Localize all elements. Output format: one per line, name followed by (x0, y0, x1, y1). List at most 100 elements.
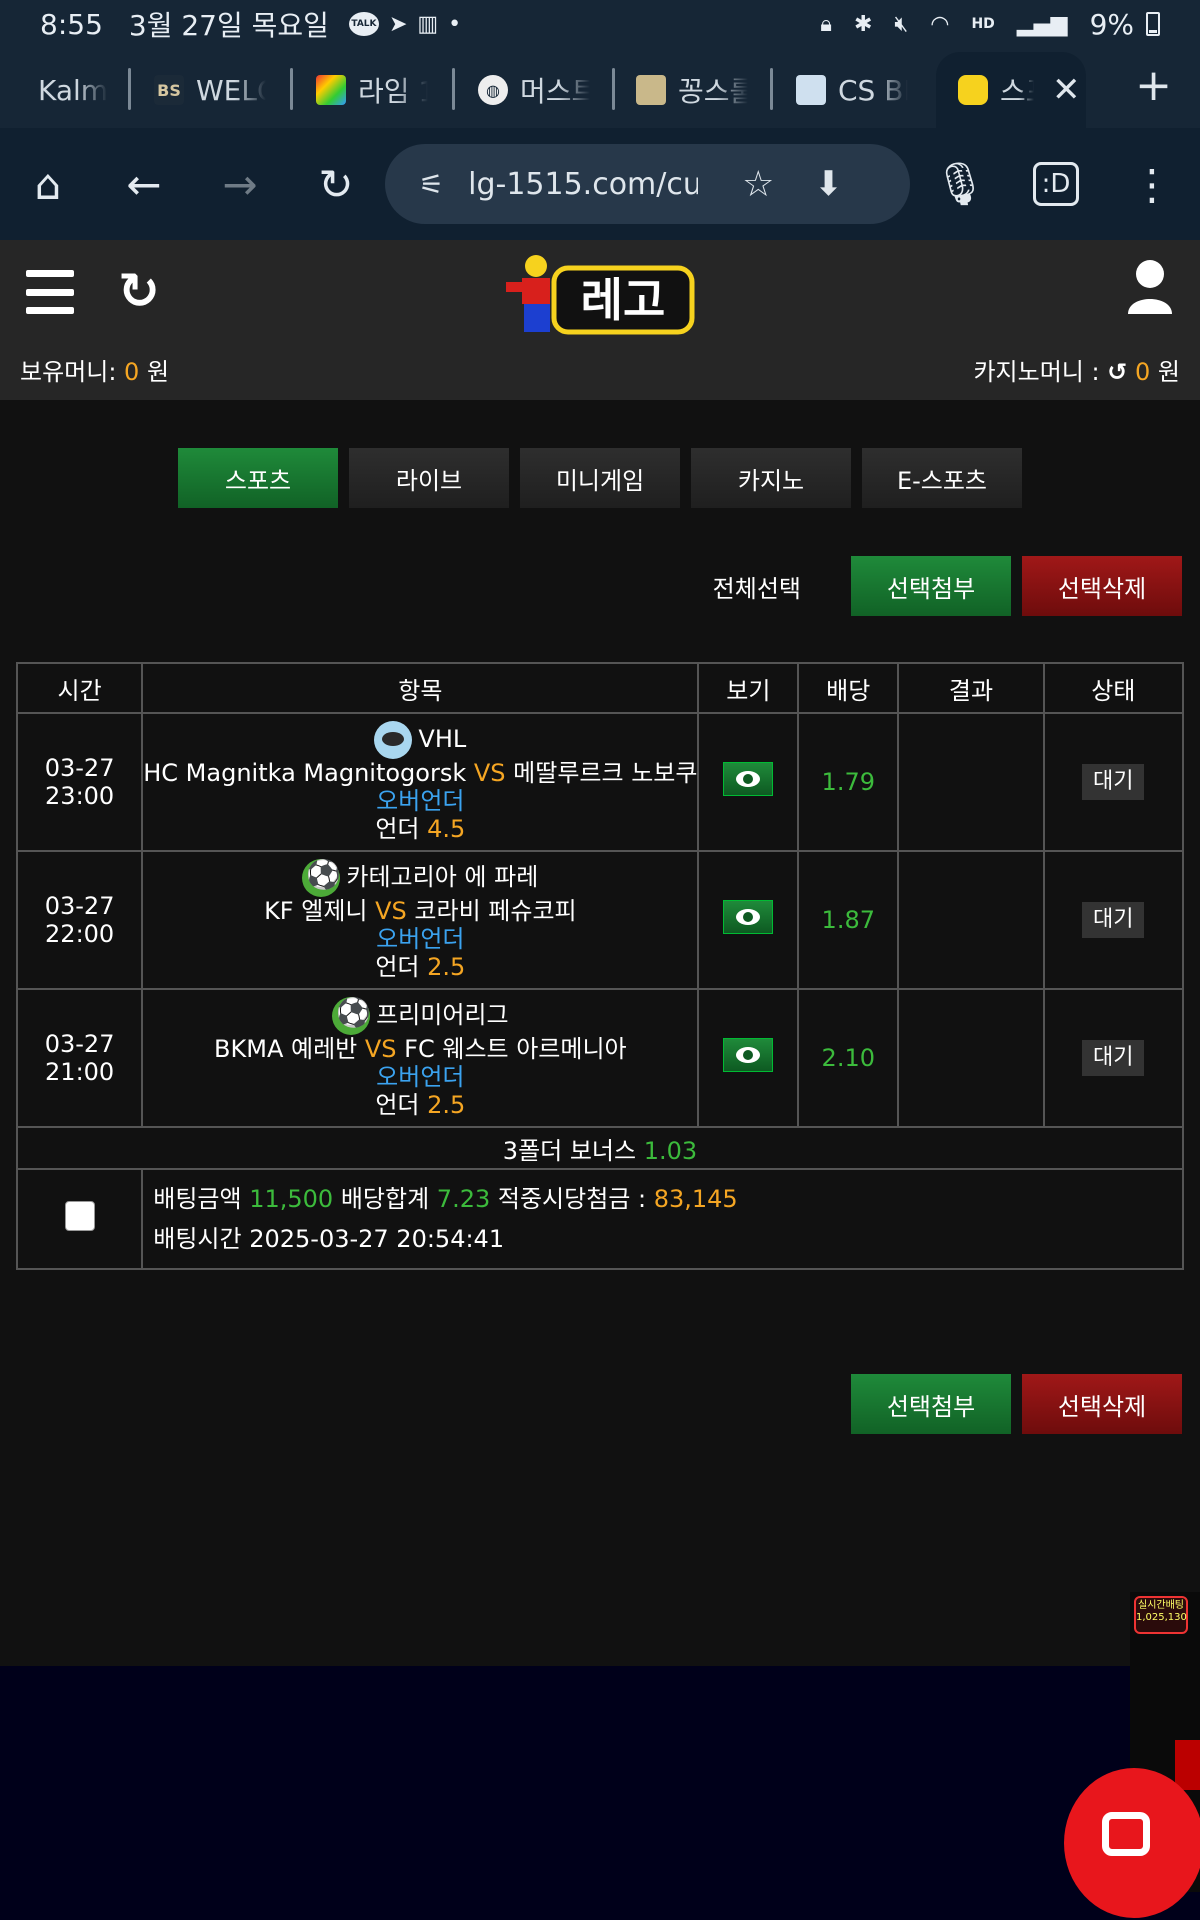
site-settings-icon[interactable]: ⚟ (419, 168, 444, 201)
lego-favicon-icon (958, 75, 988, 105)
tab-divider (128, 68, 131, 110)
league-name: 프리미어리그 (376, 1001, 509, 1029)
wifi-icon: ◠ (930, 11, 950, 37)
odds-value: 2.10 (797, 988, 900, 1128)
view-eye-icon[interactable] (723, 762, 774, 796)
match-hour: 23:00 (45, 782, 115, 810)
match-date: 03-27 (44, 754, 115, 782)
app-notification-icon: ▥ (417, 11, 439, 37)
browser-menu-icon[interactable]: ⋮ (1124, 156, 1180, 212)
category-tabs: 스포츠 라이브 미니게임 카지노 E-스포츠 (178, 448, 1022, 508)
delete-selected-button[interactable]: 선택삭제 (1022, 1374, 1182, 1434)
match-hour: 22:00 (45, 920, 115, 948)
market-type: 오버언더 (376, 925, 465, 953)
select-all-button[interactable]: 전체선택 (713, 569, 801, 604)
status-cell: 대기 (1042, 850, 1185, 990)
status-badge: 대기 (1082, 1040, 1145, 1076)
bonus-info: 3폴더 보너스 1.03 (16, 1126, 1184, 1170)
table-row: 03-2722:00 카테고리아 에 파레 KF 엘제니 VS 코라비 페슈코피… (15, 850, 1185, 990)
tab-label: 머스트 (520, 75, 590, 108)
header-odds: 배당 (797, 662, 900, 714)
tab-live[interactable]: 라이브 (349, 448, 509, 508)
casino-balance-label: 카지노머니 : (973, 358, 1100, 386)
extension-icon[interactable]: :D (1028, 156, 1084, 212)
tab-divider (452, 68, 455, 110)
match-info: 프리미어리그 BKMA 예레반 VS FC 웨스트 아르메니아 오버언더 언더 … (141, 988, 700, 1128)
attach-selected-button[interactable]: 선택첨부 (851, 556, 1011, 616)
download-icon[interactable]: ⬇ (814, 164, 843, 204)
tab-cs[interactable]: CS BI (796, 60, 908, 120)
home-team: BKMA 예레반 (214, 1035, 358, 1063)
tab-must[interactable]: ◍ 머스트 (478, 60, 590, 120)
tab-label: 라임 1 (358, 75, 428, 108)
bottom-actions: 선택첨부 선택삭제 (851, 1374, 1182, 1434)
url-text[interactable]: lg-1515.com/cus (468, 167, 698, 202)
select-cell (15, 1168, 144, 1270)
view-cell (697, 988, 800, 1128)
microphone-icon[interactable]: 🎙︎ (932, 156, 988, 212)
view-eye-icon[interactable] (723, 1038, 774, 1072)
tab-welc[interactable]: BS WELC (154, 60, 266, 120)
balance-label: 보유머니: (20, 358, 117, 386)
logo-text: 레고 (581, 273, 666, 327)
address-bar[interactable]: ⚟ lg-1515.com/cus ☆ ⬇ (385, 144, 910, 224)
status-badge: 대기 (1082, 902, 1145, 938)
delete-selected-button[interactable]: 선택삭제 (1022, 556, 1182, 616)
bet-time-value: 2025-03-27 20:54:41 (249, 1225, 505, 1253)
bet-select-checkbox[interactable] (64, 1201, 95, 1231)
header-view: 보기 (697, 662, 800, 714)
away-team: 메딸루르크 노보쿠 (513, 759, 698, 787)
tab-kkong[interactable]: 꽁스룰 (636, 60, 748, 120)
refresh-icon[interactable]: ↻ (118, 262, 160, 320)
vs-label: VS (473, 759, 506, 787)
odds-total-label: 배당합계 (340, 1185, 430, 1213)
site-header: ↻ 레고 보유머니: 0 원 카지노머니 : ↺ 0 원 (0, 240, 1200, 400)
back-icon[interactable]: ← (116, 156, 172, 212)
tab-divider (770, 68, 773, 110)
forward-icon[interactable]: → (212, 156, 268, 212)
close-tab-icon[interactable]: ✕ (1052, 70, 1081, 110)
header-time: 시간 (15, 662, 144, 714)
vs-label: VS (375, 897, 407, 925)
kkong-favicon-icon (636, 75, 666, 105)
tab-esports[interactable]: E-스포츠 (862, 448, 1022, 508)
bet-time-label: 배팅시간 (153, 1225, 242, 1253)
league-name: 카테고리아 에 파레 (346, 863, 539, 891)
status-cell: 대기 (1042, 988, 1185, 1128)
site-logo[interactable]: 레고 (498, 252, 698, 342)
realtime-label: 실시간배팅 (1138, 1600, 1184, 1611)
reload-icon[interactable]: ↻ (308, 156, 364, 212)
home-icon[interactable]: ⌂ (20, 156, 76, 212)
tab-divider (612, 68, 615, 110)
tab-active-sports[interactable]: 스포 ✕ (936, 52, 1086, 128)
tab-sports[interactable]: 스포츠 (178, 448, 338, 508)
bookmark-star-icon[interactable]: ☆ (742, 164, 774, 205)
view-eye-icon[interactable] (723, 900, 774, 934)
chat-button[interactable] (1064, 1768, 1200, 1918)
tab-laim[interactable]: 라임 1 (316, 60, 428, 120)
casino-refresh-icon[interactable]: ↺ (1107, 358, 1127, 386)
balance-display: 보유머니: 0 원 (20, 352, 169, 387)
tab-casino[interactable]: 카지노 (691, 448, 851, 508)
tab-kalma[interactable]: Kalma (38, 60, 108, 120)
casino-balance-unit: 원 (1157, 358, 1180, 386)
home-team: HC Magnitka Magnitogorsk (143, 759, 467, 787)
top-actions: 전체선택 선택첨부 선택삭제 (713, 556, 1182, 616)
laim-favicon-icon (316, 75, 346, 105)
pick-label: 언더 (375, 815, 420, 843)
attach-selected-button[interactable]: 선택첨부 (851, 1374, 1011, 1434)
market-type: 오버언더 (376, 1063, 465, 1091)
user-profile-icon[interactable] (1126, 258, 1174, 314)
status-badge: 대기 (1082, 764, 1145, 800)
payout-value: 83,145 (653, 1185, 738, 1213)
hamburger-menu-icon[interactable] (26, 270, 74, 314)
document-favicon-icon (796, 75, 826, 105)
tab-minigame[interactable]: 미니게임 (520, 448, 680, 508)
new-tab-icon[interactable]: + (1135, 60, 1172, 111)
balance-unit: 원 (146, 358, 170, 386)
battery-icon (1146, 12, 1160, 36)
home-team: KF 엘제니 (264, 897, 368, 925)
match-hour: 21:00 (45, 1058, 115, 1086)
pick-line: 2.5 (427, 953, 466, 981)
status-bar: 8:55 3월 27일 목요일 TALK ➤ ▥ • 🔒︎ ✱ 🔇︎ ◠ HD … (0, 0, 1200, 48)
